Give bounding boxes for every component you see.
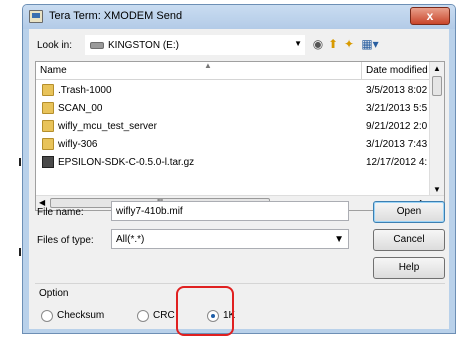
file-row[interactable]: wifly_mcu_test_server 9/21/2012 2:0 (36, 118, 430, 135)
help-button[interactable]: Help (373, 257, 445, 279)
scroll-up-icon[interactable]: ▲ (433, 64, 441, 73)
drive-icon (90, 42, 104, 49)
chevron-down-icon: ▼ (334, 234, 344, 245)
vertical-scroll-thumb[interactable] (432, 76, 442, 96)
option-label: Option (39, 288, 69, 299)
column-date-header[interactable]: Date modified (366, 65, 428, 76)
file-row[interactable]: SCAN_00 3/21/2013 5:5 (36, 100, 430, 117)
file-date: 3/5/2013 8:02 (366, 85, 428, 96)
cancel-button[interactable]: Cancel (373, 229, 445, 251)
file-name: wifly_mcu_test_server (58, 121, 157, 132)
file-list[interactable]: Name ▲ Date modified .Trash-1000 3/5/201… (35, 61, 445, 211)
filename-input[interactable]: wifly7-410b.mif (111, 201, 349, 221)
file-date: 9/21/2012 2:0 (366, 121, 428, 132)
dialog-body: Look in: KINGSTON (E:) ▼ ◉ ⬆ ✦ ▦▾ Name ▲… (29, 29, 449, 329)
column-separator[interactable] (361, 62, 362, 80)
teraterm-app-icon (29, 10, 43, 23)
radio-checksum-label[interactable]: Checksum (57, 310, 104, 321)
filename-label: File name: (37, 207, 84, 218)
option-group: Option Checksum CRC 1K (35, 283, 445, 325)
file-row[interactable]: .Trash-1000 3/5/2013 8:02 (36, 82, 430, 99)
file-date: 3/21/2013 5:5 (366, 103, 428, 114)
lookin-combo[interactable]: KINGSTON (E:) ▼ (85, 35, 305, 55)
highlight-circle (176, 286, 234, 336)
file-date: 12/17/2012 4: (366, 157, 428, 168)
filetype-select[interactable]: All(*.*) ▼ (111, 229, 349, 249)
window-title: Tera Term: XMODEM Send (49, 10, 183, 22)
file-name: SCAN_00 (58, 103, 103, 114)
open-button[interactable]: Open (373, 201, 445, 223)
back-icon[interactable]: ◉ (311, 37, 325, 51)
file-name: .Trash-1000 (58, 85, 112, 96)
radio-crc-label[interactable]: CRC (153, 310, 175, 321)
filetype-value: All(*.*) (116, 234, 145, 245)
vertical-scrollbar[interactable]: ▲ ▼ (429, 62, 444, 196)
lookin-label: Look in: (37, 40, 73, 51)
radio-checksum[interactable] (41, 310, 53, 322)
edge-mark (19, 248, 21, 256)
folder-icon (42, 102, 54, 114)
folder-icon (42, 120, 54, 132)
file-name: wifly-306 (58, 139, 98, 150)
lookin-value: KINGSTON (E:) (108, 40, 179, 51)
column-name-header[interactable]: Name (40, 65, 67, 76)
new-folder-icon[interactable]: ✦ (342, 37, 356, 51)
edge-mark (19, 158, 21, 166)
file-row[interactable]: EPSILON-SDK-C-0.5.0-l.tar.gz 12/17/2012 … (36, 154, 430, 171)
xmodem-send-dialog: Tera Term: XMODEM Send x Look in: KINGST… (22, 4, 456, 334)
close-button[interactable]: x (410, 7, 450, 25)
chevron-down-icon: ▼ (294, 39, 302, 48)
folder-icon (42, 84, 54, 96)
scroll-left-icon[interactable]: ◀ (39, 198, 45, 207)
sort-caret-icon: ▲ (204, 61, 212, 70)
file-date: 3/1/2013 7:43 (366, 139, 428, 150)
title-bar: Tera Term: XMODEM Send x (23, 5, 455, 29)
file-row[interactable]: wifly-306 3/1/2013 7:43 (36, 136, 430, 153)
archive-icon (42, 156, 54, 168)
view-menu-icon[interactable]: ▦▾ (359, 37, 381, 51)
filetype-label: Files of type: (37, 235, 94, 246)
radio-crc[interactable] (137, 310, 149, 322)
filename-value: wifly7-410b.mif (116, 206, 183, 217)
scroll-down-icon[interactable]: ▼ (433, 185, 441, 194)
file-name: EPSILON-SDK-C-0.5.0-l.tar.gz (58, 157, 195, 168)
folder-icon (42, 138, 54, 150)
column-header: Name ▲ Date modified (36, 62, 430, 80)
up-folder-icon[interactable]: ⬆ (326, 37, 340, 51)
